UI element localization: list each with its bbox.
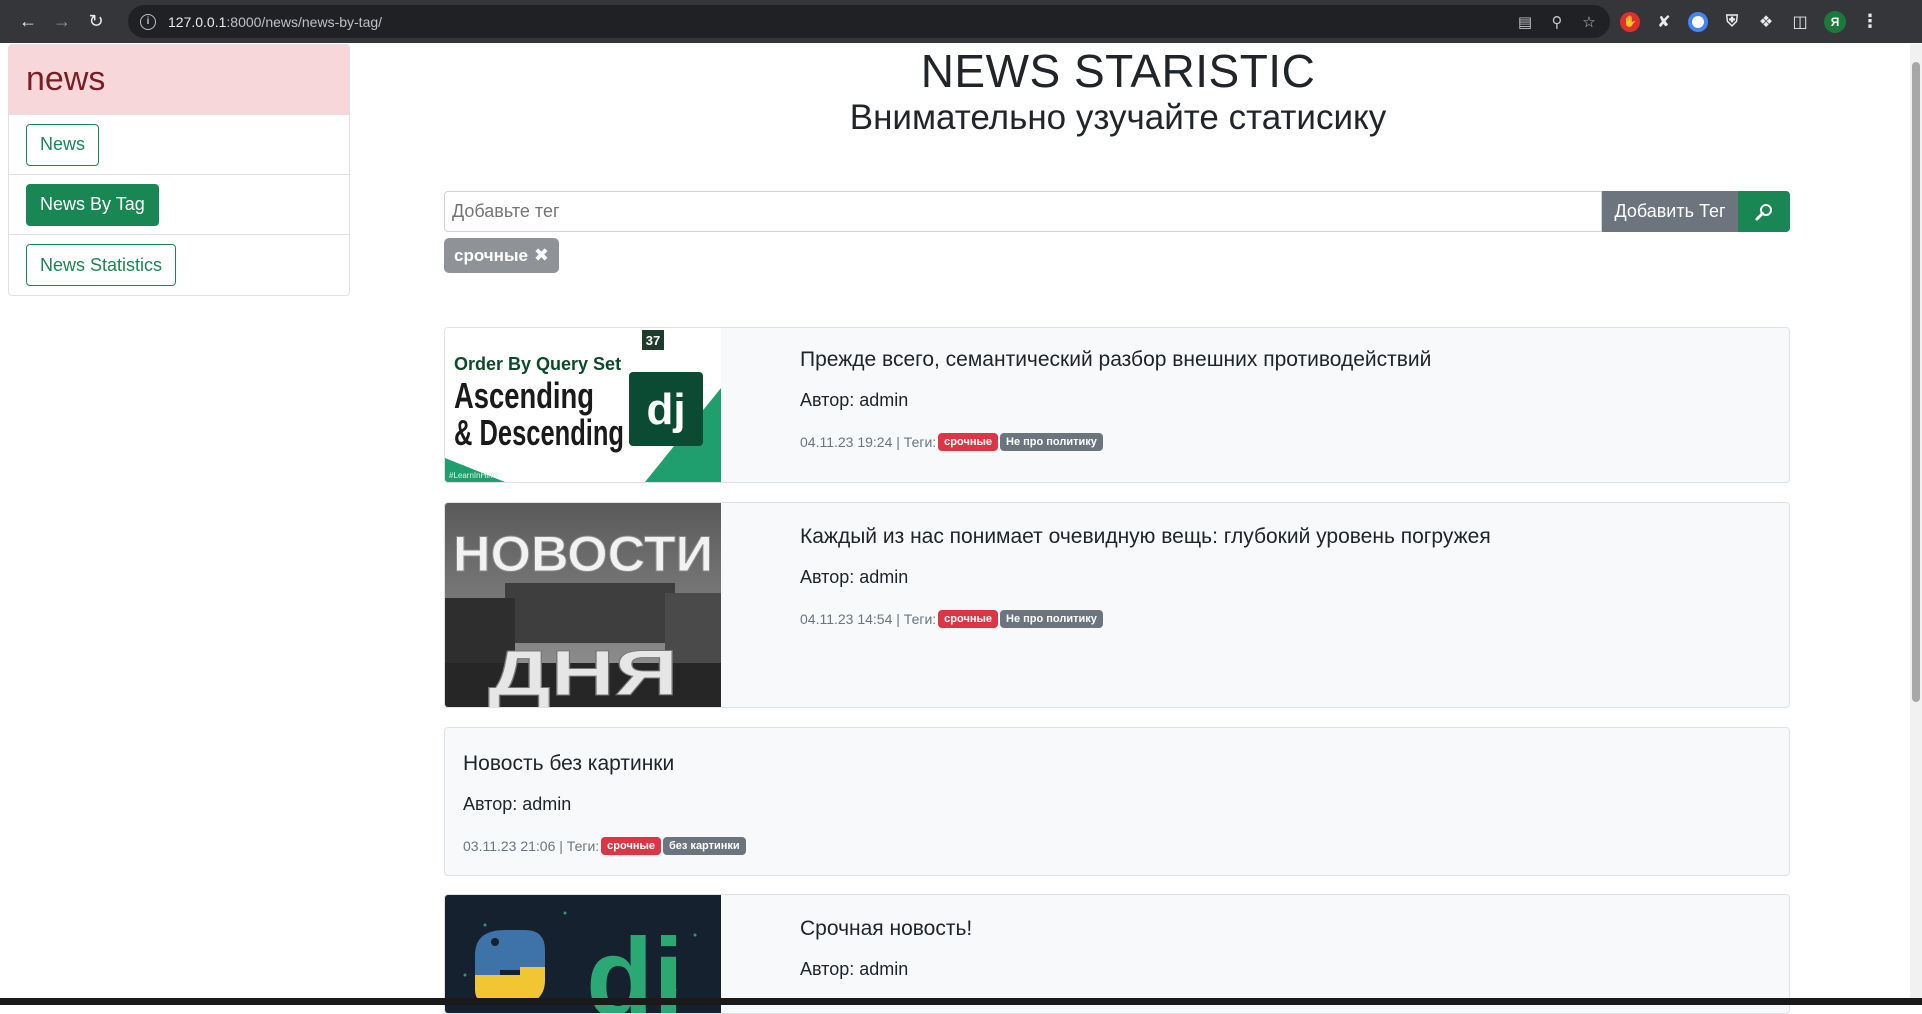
- news-date-tags: 03.11.23 21:06 | Теги:: [463, 838, 600, 854]
- sidebar-item-news[interactable]: News: [26, 123, 100, 166]
- extensions-puzzle-icon[interactable]: ❖: [1756, 12, 1776, 32]
- image-text-dnya: ДНЯ: [488, 637, 678, 708]
- sidebar-item-news-statistics[interactable]: News Statistics: [26, 244, 177, 286]
- tag-badge[interactable]: Не про политику: [1000, 433, 1103, 451]
- active-tag-chip: срочные ✖: [444, 238, 560, 273]
- news-author: Автор: admin: [800, 567, 909, 587]
- sidebar-title: news: [9, 45, 349, 115]
- remove-tag-icon[interactable]: ✖: [534, 245, 549, 266]
- card-body: Срочная новость! Автор: admin: [800, 917, 972, 980]
- news-title[interactable]: Срочная новость!: [800, 917, 972, 941]
- news-image-python-django: dj: [445, 895, 721, 1013]
- sidebar-row-news-by-tag: News By Tag: [9, 175, 349, 235]
- news-date-tags: 04.11.23 19:24 | Теги:: [800, 434, 937, 450]
- os-taskbar: [0, 998, 1922, 1005]
- news-meta: 04.11.23 14:54 | Теги: срочные Не про по…: [800, 610, 1491, 628]
- image-text-line2: Ascending: [454, 375, 594, 416]
- forward-icon[interactable]: →: [46, 6, 78, 38]
- news-card[interactable]: 37 Order By Query Set Ascending & Descen…: [444, 327, 1790, 483]
- extension-adblock-icon[interactable]: ✋: [1620, 11, 1640, 32]
- django-logo: dj: [646, 385, 685, 434]
- browser-toolbar: ← → ↻ i 127.0.0.1:8000/news/news-by-tag/…: [0, 0, 1922, 43]
- image-text-novosti: НОВОСТИ: [453, 526, 713, 582]
- news-author: Автор: admin: [800, 959, 909, 979]
- url-host: 127.0.0.1: [168, 13, 227, 30]
- search-button[interactable]: [1738, 191, 1790, 232]
- tag-badge[interactable]: Не про политику: [1000, 610, 1103, 628]
- news-image-novosti: НОВОСТИ ДНЯ: [445, 503, 721, 708]
- image-badge-number: 37: [646, 333, 660, 348]
- news-card[interactable]: dj Срочная новость! Автор: admin: [444, 894, 1790, 1014]
- url-path: :8000/news/news-by-tag/: [226, 13, 383, 30]
- card-body: Каждый из нас понимает очевидную вещь: г…: [800, 525, 1491, 628]
- news-card[interactable]: Новость без картинки Автор: admin 03.11.…: [444, 727, 1790, 876]
- reload-icon[interactable]: ↻: [80, 6, 112, 38]
- news-meta: 03.11.23 21:06 | Теги: срочные без карти…: [463, 837, 746, 855]
- news-meta: 04.11.23 19:24 | Теги: срочные Не про по…: [800, 433, 1431, 451]
- translate-icon[interactable]: ▤: [1516, 13, 1534, 31]
- extension-tool-icon[interactable]: ✘: [1654, 12, 1674, 32]
- url-text[interactable]: 127.0.0.1:8000/news/news-by-tag/: [168, 14, 382, 30]
- news-author: Автор: admin: [800, 390, 909, 410]
- sidebar-row-news: News: [9, 115, 349, 175]
- sidebar-item-news-by-tag[interactable]: News By Tag: [26, 183, 159, 226]
- sidebar: news News News By Tag News Statistics: [8, 44, 350, 296]
- page-subtitle: Внимательно узучайте статисику: [849, 98, 1387, 137]
- bookmark-star-icon[interactable]: ☆: [1580, 13, 1598, 31]
- image-text-line3: & Descending: [454, 412, 624, 453]
- page-title: NEWS STARISTIC: [920, 45, 1316, 97]
- add-tag-button[interactable]: Добавить Тег: [1602, 191, 1738, 232]
- image-footer-text: #LearnInHindi: [449, 471, 499, 480]
- card-body: Новость без картинки Автор: admin 03.11.…: [463, 752, 746, 855]
- news-date-tags: 04.11.23 14:54 | Теги:: [800, 611, 937, 627]
- news-title[interactable]: Новость без картинки: [463, 752, 746, 776]
- side-panel-icon[interactable]: ◫: [1790, 12, 1810, 32]
- card-body: Прежде всего, семантический разбор внешн…: [800, 348, 1431, 451]
- sidebar-row-news-statistics: News Statistics: [9, 235, 349, 295]
- tag-badge[interactable]: срочные: [938, 433, 998, 451]
- news-title[interactable]: Каждый из нас понимает очевидную вещь: г…: [800, 525, 1491, 549]
- tag-search-group: Добавить Тег: [444, 191, 1790, 232]
- profile-avatar[interactable]: Я: [1824, 10, 1846, 33]
- scrollbar-thumb[interactable]: [1912, 62, 1920, 702]
- news-author: Автор: admin: [463, 794, 572, 814]
- extension-chrome-icon[interactable]: [1688, 11, 1708, 32]
- search-icon: [1755, 203, 1772, 220]
- page-scrollbar[interactable]: [1910, 44, 1922, 998]
- back-icon[interactable]: ←: [12, 6, 44, 38]
- address-bar[interactable]: i 127.0.0.1:8000/news/news-by-tag/ ▤ ⚲ ☆: [128, 5, 1610, 38]
- tag-badge[interactable]: срочные: [938, 610, 998, 628]
- tag-badge[interactable]: срочные: [601, 837, 661, 855]
- tag-badge[interactable]: без картинки: [663, 837, 746, 855]
- news-card[interactable]: НОВОСТИ ДНЯ Каждый из нас понимает очеви…: [444, 502, 1790, 708]
- zoom-icon[interactable]: ⚲: [1548, 13, 1566, 31]
- news-title[interactable]: Прежде всего, семантический разбор внешн…: [800, 348, 1431, 372]
- active-tag-label: срочные: [454, 245, 528, 265]
- tag-input[interactable]: [444, 191, 1602, 232]
- news-image-django: 37 Order By Query Set Ascending & Descen…: [445, 328, 721, 482]
- image-text-line1: Order By Query Set: [454, 354, 621, 374]
- extension-shield-icon[interactable]: ⛨: [1722, 12, 1742, 32]
- browser-menu-icon[interactable]: ⋮: [1860, 11, 1880, 32]
- site-info-icon[interactable]: i: [140, 13, 156, 30]
